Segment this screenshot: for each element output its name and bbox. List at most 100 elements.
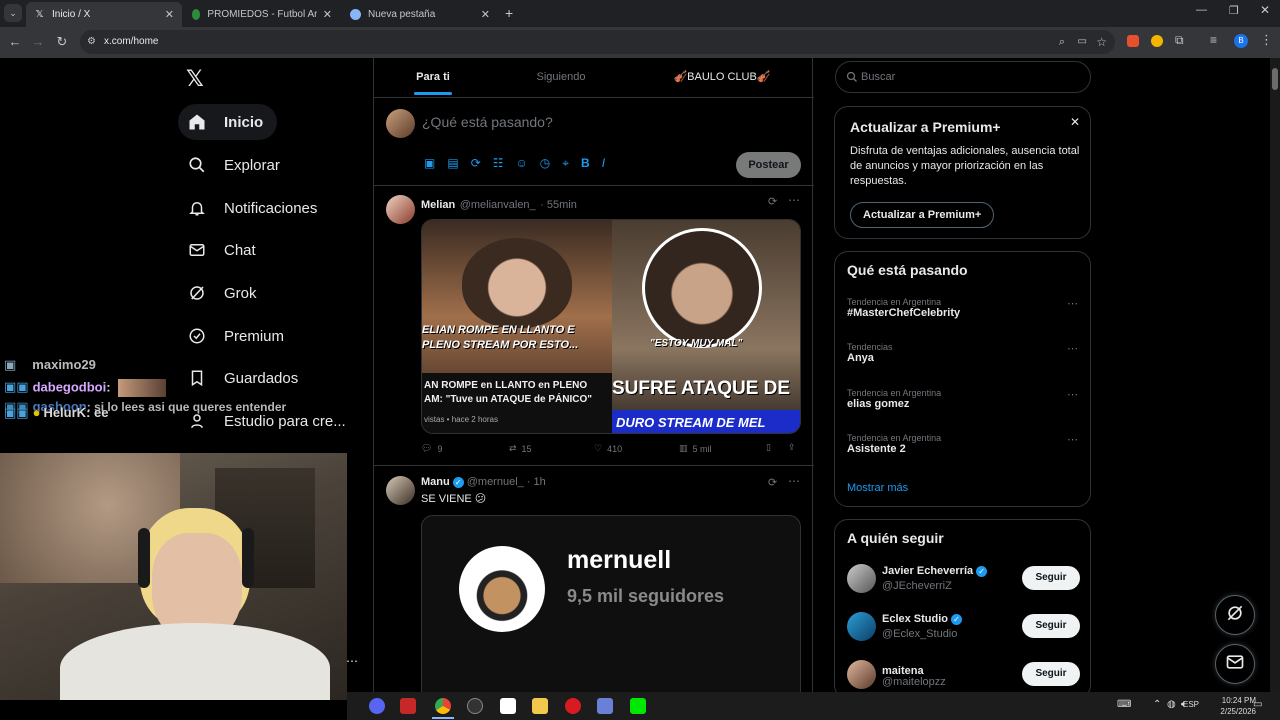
forward-icon[interactable]: → — [29, 33, 47, 51]
obs-icon[interactable] — [467, 698, 483, 714]
follow-button[interactable]: Seguir — [1022, 566, 1080, 590]
new-tab-button[interactable]: + — [505, 5, 513, 21]
discord-icon[interactable] — [369, 698, 385, 714]
keyboard-icon[interactable]: ⌨ — [1117, 699, 1131, 710]
italic-icon[interactable]: I — [602, 156, 605, 171]
avatar[interactable] — [847, 612, 876, 641]
restore-icon[interactable]: ❐ — [1229, 4, 1239, 17]
media-thumbnail-right[interactable]: "ESTOY MUY MAL" SUFRE ATAQUE DE DURO STR… — [612, 220, 800, 433]
grok-fab[interactable] — [1215, 595, 1255, 635]
avatar[interactable] — [847, 564, 876, 593]
reading-list-icon[interactable]: ≡ — [1210, 33, 1217, 47]
nav-explorar[interactable]: Explorar — [178, 147, 294, 183]
schedule-icon[interactable]: ◷ — [540, 156, 550, 171]
follow-button[interactable]: Seguir — [1022, 614, 1080, 638]
tray-chevron-icon[interactable]: ⌃ — [1153, 699, 1161, 710]
share-button[interactable]: ⇪ — [788, 442, 796, 453]
scrollbar[interactable] — [1270, 58, 1280, 692]
close-icon[interactable]: ✕ — [475, 8, 490, 21]
window-close-icon[interactable]: ✕ — [1260, 3, 1270, 17]
extension-icon[interactable] — [1151, 35, 1163, 47]
close-icon[interactable]: ✕ — [1070, 115, 1080, 129]
post-media[interactable]: ELIAN ROMPE EN LLANTO E PLENO STREAM POR… — [421, 219, 801, 434]
grok-icon[interactable]: ⟳ — [471, 156, 481, 171]
gif-icon[interactable]: ▤ — [447, 156, 458, 171]
messages-fab[interactable] — [1215, 644, 1255, 684]
zoom-icon[interactable]: ⌕ — [1059, 30, 1065, 54]
site-info-icon[interactable]: ⚙ — [87, 30, 96, 54]
clock[interactable]: 10:24 PM 2/25/2026 — [1204, 695, 1256, 717]
more-icon[interactable]: ⋯ — [1067, 297, 1078, 310]
tab-search-button[interactable]: ⌄ — [4, 4, 22, 22]
app-icon[interactable] — [500, 698, 516, 714]
reply-button[interactable]: 💬︎ 9 — [421, 443, 442, 454]
tab-para-ti[interactable]: Para ti — [374, 58, 492, 98]
follow-button[interactable]: Seguir — [1022, 662, 1080, 686]
post-time[interactable]: · 1h — [527, 476, 546, 488]
grok-icon[interactable]: ⟳ — [768, 476, 777, 489]
compose-input[interactable]: ¿Qué está pasando? — [422, 114, 553, 130]
post-media[interactable]: mernuell 9,5 mil seguidores — [421, 515, 801, 692]
profile-avatar[interactable]: B — [1234, 34, 1248, 48]
trend-item[interactable]: Tendencia en Argentina #MasterChefCelebr… — [847, 297, 960, 319]
like-button[interactable]: ♡ 410 — [594, 443, 622, 454]
more-icon[interactable]: ⋯ — [1067, 433, 1078, 446]
author-handle[interactable]: @mernuel_ — [467, 476, 524, 488]
app-icon[interactable] — [400, 698, 416, 714]
more-icon[interactable]: ⋯ — [788, 474, 800, 488]
bookmark-star-icon[interactable]: ☆ — [1096, 30, 1107, 54]
location-icon[interactable]: ⌖ — [562, 156, 569, 171]
kick-icon[interactable] — [630, 698, 646, 714]
follow-name[interactable]: Eclex Studio — [882, 613, 948, 625]
media-thumbnail-left[interactable]: ELIAN ROMPE EN LLANTO E PLENO STREAM POR… — [422, 220, 612, 433]
upgrade-premium-button[interactable]: Actualizar a Premium+ — [850, 202, 995, 228]
tab-inicio-x[interactable]: 𝕏 Inicio / X ✕ — [26, 2, 182, 27]
opera-icon[interactable] — [565, 698, 581, 714]
more-icon[interactable]: ⋯ — [1067, 342, 1078, 355]
more-options-icon[interactable]: ⋯ — [346, 654, 358, 668]
trend-item[interactable]: Tendencia en Argentina Asistente 2 — [847, 433, 941, 455]
back-icon[interactable]: ← — [6, 33, 24, 51]
poll-icon[interactable]: ☷ — [493, 156, 504, 171]
chrome-icon[interactable] — [435, 698, 451, 714]
avatar[interactable] — [386, 476, 415, 505]
nav-grok[interactable]: Grok — [178, 275, 271, 311]
tab-nueva-pestana[interactable]: Nueva pestaña ✕ — [342, 2, 498, 27]
trend-item[interactable]: Tendencias Anya — [847, 342, 893, 364]
post-button[interactable]: Postear — [736, 152, 801, 178]
address-bar[interactable]: ⚙ x.com/home ⌕ ▭ ☆ — [80, 30, 1115, 54]
network-icon[interactable]: ◍ — [1167, 699, 1176, 710]
language-indicator[interactable]: ESP — [1183, 700, 1199, 709]
author-name[interactable]: Manu — [421, 476, 450, 488]
scrollbar-thumb[interactable] — [1272, 68, 1278, 90]
avatar[interactable] — [847, 660, 876, 689]
more-icon[interactable]: ⋯ — [1067, 388, 1078, 401]
more-icon[interactable]: ⋯ — [788, 193, 800, 207]
author-handle[interactable]: @melianvalen_ — [460, 199, 536, 211]
x-logo-icon[interactable]: 𝕏 — [186, 68, 208, 90]
trend-item[interactable]: Tendencia en Argentina elias gomez — [847, 388, 941, 410]
image-icon[interactable]: ▣ — [424, 156, 435, 171]
bold-icon[interactable]: B — [581, 156, 590, 171]
nav-chat[interactable]: Chat — [178, 232, 270, 268]
show-more-link[interactable]: Mostrar más — [847, 482, 908, 494]
nav-notificaciones[interactable]: Notificaciones — [178, 190, 331, 226]
tab-promiedos[interactable]: PROMIEDOS - Futbol Argentino ✕ — [184, 2, 340, 27]
extension-icon[interactable] — [1127, 35, 1139, 47]
reload-icon[interactable]: ↻ — [53, 33, 71, 51]
search-box[interactable]: Buscar — [835, 61, 1091, 93]
emoji-icon[interactable]: ☺ — [516, 156, 528, 171]
author-name[interactable]: Melian — [421, 199, 455, 211]
views-button[interactable]: ▥ 5 mil — [679, 443, 712, 454]
tab-siguiendo[interactable]: Siguiendo — [492, 58, 630, 98]
grok-icon[interactable]: ⟳ — [768, 195, 777, 208]
chrome-menu-icon[interactable]: ⋮ — [1260, 32, 1273, 48]
post-time[interactable]: · 55min — [540, 199, 577, 211]
minimize-icon[interactable]: — — [1196, 4, 1207, 16]
repost-button[interactable]: ⇄ 15 — [509, 443, 532, 454]
follow-name[interactable]: Javier Echeverría — [882, 565, 973, 577]
install-app-icon[interactable]: ▭ — [1078, 30, 1087, 54]
tab-baulo-club[interactable]: 🎻BAULO CLUB🎻 — [630, 58, 814, 98]
close-icon[interactable]: ✕ — [317, 8, 332, 21]
nav-premium[interactable]: Premium — [178, 318, 298, 354]
